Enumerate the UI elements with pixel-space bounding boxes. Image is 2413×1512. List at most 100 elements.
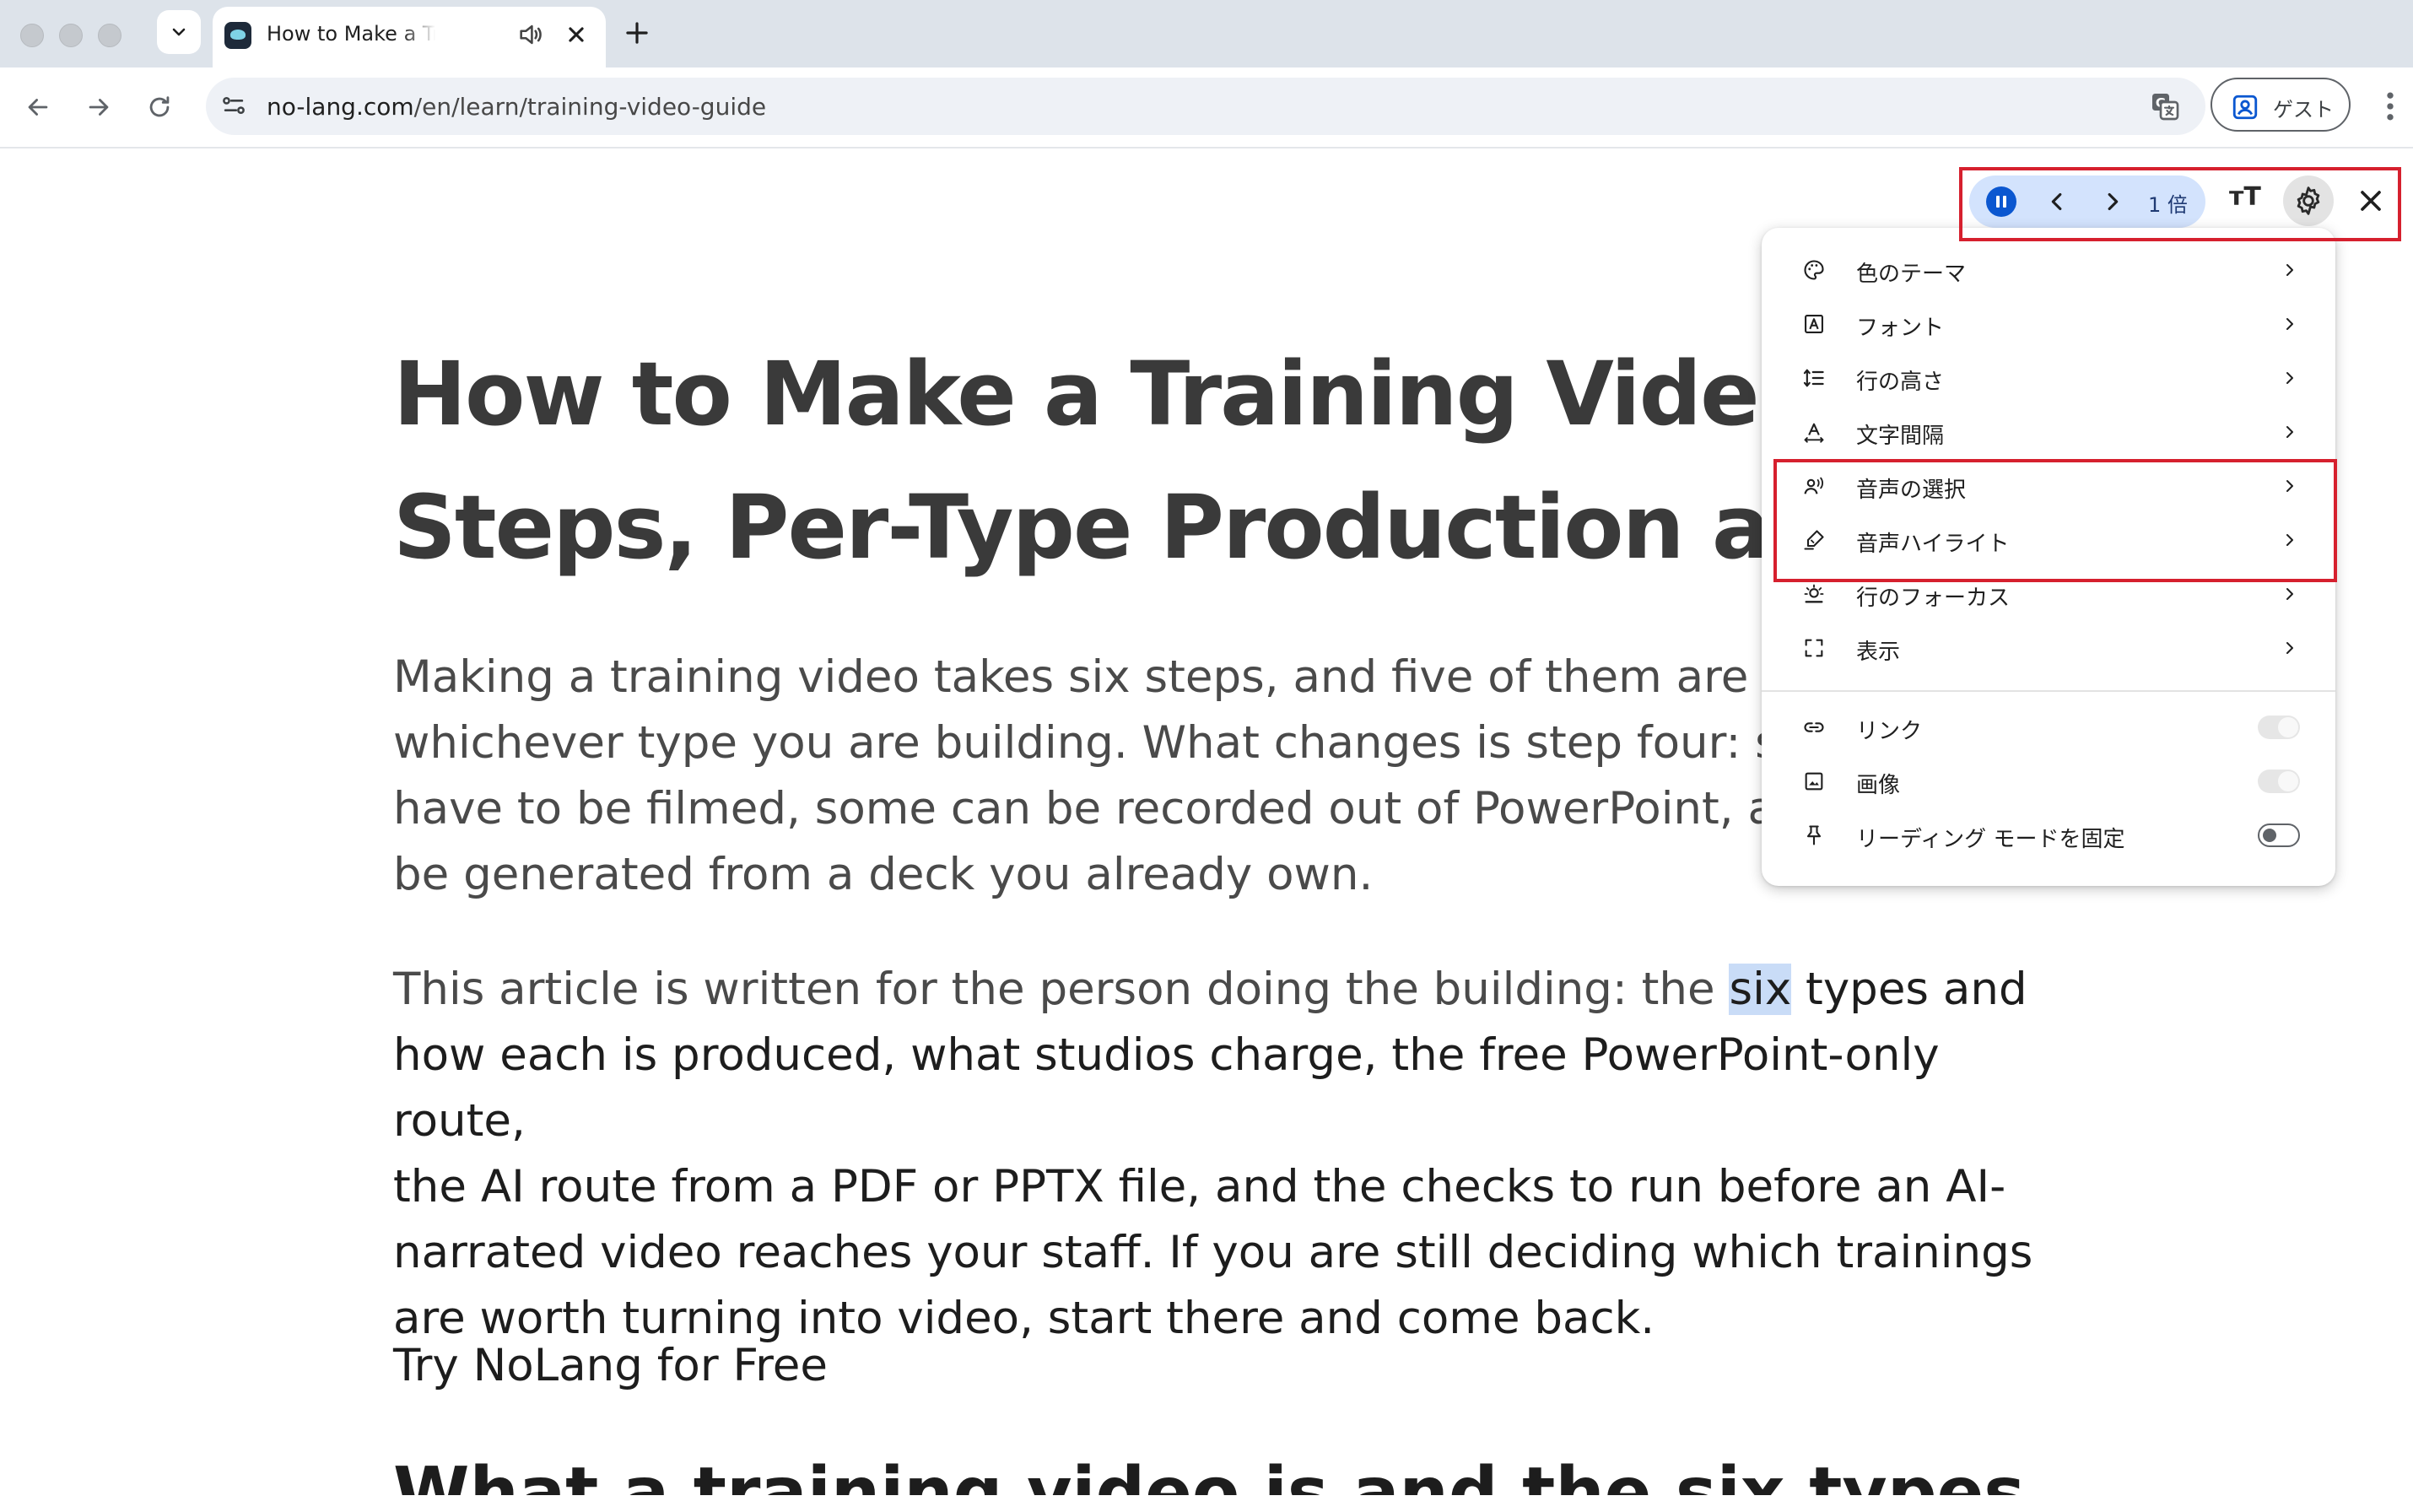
toggle-label: リーディング モードを固定	[1856, 827, 2125, 852]
tab-strip: How to Make a Training Video: 6 Steps	[0, 0, 2413, 68]
profile-label: ゲスト	[2273, 98, 2334, 122]
p2-before: This article is written for the person d…	[393, 964, 1730, 1015]
address-bar[interactable]: no-lang.com/en/learn/training-video-guid…	[206, 78, 2205, 135]
voice-select-icon	[1804, 477, 1824, 494]
chevron-right-icon	[2286, 480, 2293, 492]
chevron-right-icon	[2286, 372, 2293, 384]
font-icon	[1805, 315, 1823, 333]
next-icon[interactable]	[2097, 187, 2126, 216]
chevron-right-icon	[2286, 264, 2293, 276]
next-heading-clip: What a training video is and the six typ…	[0, 1453, 2413, 1495]
close-icon[interactable]	[2354, 184, 2388, 218]
nolang-favicon-icon	[224, 22, 251, 49]
pin-reading-mode-toggle[interactable]	[2258, 824, 2300, 847]
menu-item-line-focus[interactable]: 行のフォーカス	[1762, 567, 2335, 621]
p2-after: types and	[1791, 964, 2027, 1015]
menu-item-label: 行のフォーカス	[1856, 586, 2011, 611]
p1-line-2: whichever type you are building. What ch…	[393, 717, 1806, 769]
tab-audio-icon[interactable]	[516, 20, 545, 49]
chevron-right-icon	[2286, 642, 2293, 654]
chevron-down-icon	[172, 28, 186, 36]
profile-button[interactable]: ゲスト	[2211, 78, 2351, 132]
voice-highlight-icon	[1804, 530, 1824, 550]
line-height-icon	[1803, 369, 1824, 387]
p2-line-3: the AI route from a PDF or PPTX file, an…	[393, 1161, 2006, 1212]
menu-item-label: 音声ハイライト	[1856, 532, 2010, 557]
menu-item-line-height[interactable]: 行の高さ	[1762, 351, 2335, 405]
menu-item-label: 表示	[1856, 640, 1901, 665]
kebab-menu-icon[interactable]	[2376, 88, 2405, 125]
p1-line-4: be generated from a deck you already own…	[393, 849, 1374, 900]
try-nolang-link[interactable]: Try NoLang for Free	[393, 1340, 828, 1391]
profile-icon	[2232, 94, 2258, 120]
line-focus-icon	[1804, 584, 1824, 603]
image-icon	[1805, 772, 1823, 791]
close-icon[interactable]	[562, 20, 591, 49]
next-section-heading: What a training video is and the six typ…	[393, 1453, 2026, 1495]
chevron-right-icon	[2286, 534, 2293, 546]
p2-line-2: how each is produced, what studios charg…	[393, 1029, 1940, 1147]
menu-item-letter-spacing[interactable]: 文字間隔	[1762, 405, 2335, 459]
forward-icon	[89, 99, 109, 116]
reading-mode-settings-menu: 色のテーマ フォント 行の高さ 文字間隔 音声の選択 音声ハイライト 行のフォー…	[1762, 228, 2335, 886]
menu-item-label: 行の高さ	[1856, 370, 1945, 395]
toggle-label: 画像	[1856, 773, 1901, 798]
p2-line-4: narrated video reaches your staff. If yo…	[393, 1227, 2033, 1278]
window-close-dot[interactable]	[20, 24, 44, 47]
menu-item-label: 色のテーマ	[1856, 262, 1967, 287]
title-line-1: How to Make a Training Video: 6	[393, 343, 1940, 446]
article-paragraph-2: This article is written for the person d…	[393, 957, 2081, 1352]
previous-icon[interactable]	[2043, 187, 2072, 216]
p1-line-3: have to be filmed, some can be recorded …	[393, 783, 1804, 834]
menu-item-label: 音声の選択	[1856, 478, 1967, 503]
pin-icon	[1806, 825, 1822, 845]
p1-line-1: Making a training video takes six steps,…	[393, 651, 1837, 703]
chevron-right-icon	[2286, 588, 2293, 600]
text-size-button[interactable]: тT	[2229, 182, 2261, 212]
p2-line-5: are worth turning into video, start ther…	[393, 1293, 1655, 1344]
tab-search-button[interactable]	[157, 10, 201, 54]
tab-title: How to Make a Training Video: 6 Steps	[267, 22, 435, 46]
gear-icon	[2297, 186, 2320, 215]
browser-chrome: How to Make a Training Video: 6 Steps no…	[0, 0, 2413, 148]
chevron-right-icon	[2286, 318, 2293, 330]
reload-icon	[149, 96, 170, 117]
browser-toolbar: no-lang.com/en/learn/training-video-guid…	[0, 68, 2413, 148]
link-icon	[1804, 722, 1824, 732]
back-icon	[28, 99, 48, 116]
site-info-icon[interactable]	[219, 91, 248, 120]
toggle-row-links[interactable]: リンク	[1762, 700, 2335, 754]
view-icon	[1805, 639, 1823, 657]
read-aloud-highlight: six	[1729, 964, 1792, 1015]
menu-item-label: 文字間隔	[1856, 424, 1945, 449]
links-toggle[interactable]	[2258, 716, 2300, 739]
window-zoom-dot[interactable]	[98, 24, 121, 47]
plus-icon[interactable]	[621, 17, 653, 49]
menu-item-font[interactable]: フォント	[1762, 297, 2335, 351]
toggle-row-pin-reading-mode[interactable]: リーディング モードを固定	[1762, 808, 2335, 862]
toggle-row-images[interactable]: 画像	[1762, 754, 2335, 808]
title-line-2: Steps, Per-Type Production and	[393, 476, 1893, 579]
menu-item-view[interactable]: 表示	[1762, 621, 2335, 675]
chevron-right-icon	[2286, 426, 2293, 438]
menu-item-voice-select[interactable]: 音声の選択	[1762, 459, 2335, 513]
speed-button[interactable]: 1 倍	[2148, 188, 2188, 218]
menu-item-color-theme[interactable]: 色のテーマ	[1762, 243, 2335, 297]
translate-icon[interactable]: G	[2148, 89, 2182, 123]
menu-item-voice-highlight[interactable]: 音声ハイライト	[1762, 513, 2335, 567]
pause-button[interactable]	[1986, 186, 2016, 217]
back-button[interactable]	[19, 88, 57, 127]
window-minimize-dot[interactable]	[59, 24, 83, 47]
settings-button[interactable]	[2283, 176, 2334, 226]
forward-button[interactable]	[79, 88, 118, 127]
url-host: no-lang.com	[267, 93, 414, 121]
images-toggle[interactable]	[2258, 770, 2300, 793]
letter-spacing-icon	[1804, 423, 1824, 443]
playback-controls: 1 倍	[1969, 176, 2205, 228]
url-text[interactable]: no-lang.com/en/learn/training-video-guid…	[267, 93, 766, 121]
url-path: /en/learn/training-video-guide	[413, 93, 767, 121]
reload-button[interactable]	[140, 88, 179, 127]
tab-active[interactable]: How to Make a Training Video: 6 Steps	[213, 7, 606, 68]
menu-item-label: フォント	[1856, 316, 1945, 341]
menu-divider	[1762, 690, 2335, 692]
